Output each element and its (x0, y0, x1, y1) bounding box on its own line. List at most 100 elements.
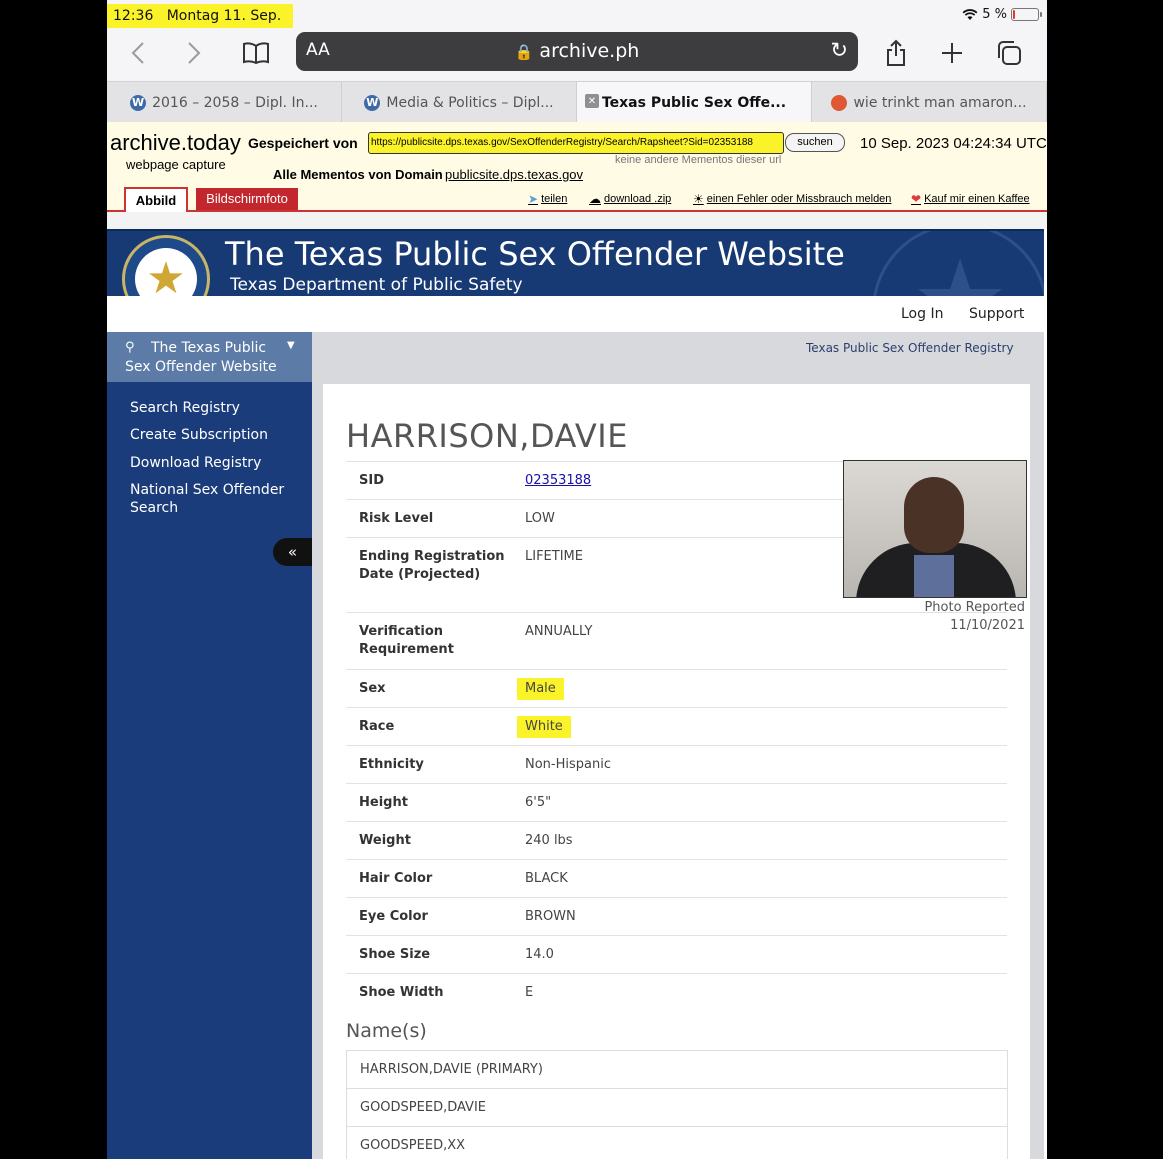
bookmarks-icon[interactable] (240, 30, 272, 76)
share-link-label: teilen (541, 193, 568, 205)
address-bar[interactable]: AA 🔒 archive.ph ↻ (296, 32, 858, 71)
detail-label: Ethnicity (359, 757, 424, 772)
detail-label: Sex (359, 681, 386, 696)
search-button[interactable]: suchen (785, 133, 845, 152)
detail-value: Male (517, 678, 564, 700)
collapse-sidebar-button[interactable]: « (273, 538, 312, 566)
sid-link[interactable]: 02353188 (525, 472, 591, 490)
detail-row-weight: Weight 240 lbs (346, 821, 1007, 859)
sidebar-item-search-registry[interactable]: Search Registry (130, 399, 300, 417)
wordpress-icon: W (130, 94, 147, 111)
detail-label: Risk Level (359, 511, 434, 526)
archived-page: ★ ★ The Texas Public Sex Offender Websit… (107, 229, 1047, 1159)
battery-icon (1011, 8, 1042, 21)
support-link[interactable]: Support (969, 306, 1024, 322)
tab-amaron[interactable]: wie trinkt man amaron... (812, 82, 1047, 123)
detail-value: BLACK (525, 871, 568, 886)
tab-screenshot[interactable]: Bildschirmfoto (196, 188, 298, 210)
browser-toolbar: AA 🔒 archive.ph ↻ (107, 30, 1047, 80)
tab-media-politics[interactable]: W Media & Politics – Dipl... (342, 82, 577, 123)
reload-icon[interactable]: ↻ (830, 38, 848, 62)
cloud-download-icon: ☁ (589, 192, 601, 206)
heart-icon: ❤ (911, 192, 922, 206)
share-link[interactable]: ➤ teilen (528, 192, 567, 206)
detail-value: BROWN (525, 909, 576, 924)
tab-2016-2058[interactable]: W 2016 – 2058 – Dipl. In... (107, 82, 342, 123)
site-subtitle: Texas Department of Public Safety (230, 275, 523, 295)
back-icon[interactable] (127, 30, 149, 76)
photo-caption-date: 11/10/2021 (950, 618, 1025, 633)
sidebar-item-create-subscription[interactable]: Create Subscription (130, 426, 300, 444)
detail-row-hair-color: Hair Color BLACK (346, 859, 1007, 897)
detail-row-shoe-width: Shoe Width E (346, 973, 1007, 1011)
site-title: The Texas Public Sex Offender Website (225, 235, 845, 273)
caret-down-icon: ▼ (287, 340, 295, 351)
domain-link[interactable]: publicsite.dps.texas.gov (445, 167, 583, 182)
status-time: 12:36 (113, 8, 154, 24)
detail-label: Shoe Size (359, 947, 431, 962)
detail-value: White (517, 716, 571, 738)
download-link-label: download .zip (604, 193, 672, 205)
close-icon[interactable]: ✕ (585, 94, 599, 108)
download-link[interactable]: ☁ download .zip (589, 192, 671, 206)
detail-value: 14.0 (525, 947, 554, 962)
coffee-link[interactable]: ❤ Kauf mir einen Kaffee (911, 192, 1030, 206)
list-item: GOODSPEED,XX (347, 1126, 1007, 1159)
names-title: Name(s) (346, 1020, 427, 1042)
all-mementos-label: Alle Mementos von Domain (273, 167, 443, 182)
detail-label: Ending Registration Date (Projected) (359, 549, 505, 582)
photo-caption: Photo Reported 11/10/2021 (883, 599, 1025, 635)
sidebar: ⚲ The Texas Public Sex Offender Website … (107, 332, 312, 1159)
sidebar-title-1: The Texas Public (151, 340, 267, 356)
detail-label: Eye Color (359, 909, 428, 924)
tab-label: Media & Politics – Dipl... (386, 94, 554, 111)
detail-row-race: Race White (346, 707, 1007, 745)
browser-tab-bar: W 2016 – 2058 – Dipl. In... W Media & Po… (107, 81, 1047, 123)
new-tab-icon[interactable] (939, 30, 965, 76)
tab-abbild[interactable]: Abbild (124, 187, 188, 212)
sidebar-header[interactable]: ⚲ The Texas Public Sex Offender Website … (107, 332, 312, 382)
detail-label: Race (359, 719, 395, 734)
report-link[interactable]: ☀ einen Fehler oder Missbrauch melden (693, 192, 891, 206)
archive-logo[interactable]: archive.today (110, 130, 241, 156)
detail-row-eye-color: Eye Color BROWN (346, 897, 1007, 935)
sidebar-title-2: Sex Offender Website (125, 359, 277, 375)
tab-label: wie trinkt man amaron... (853, 94, 1027, 111)
list-item: HARRISON,DAVIE (PRIMARY) (360, 1062, 543, 1077)
detail-row-height: Height 6'5" (346, 783, 1007, 821)
tab-label: Texas Public Sex Offe... (601, 94, 787, 111)
wordpress-icon: W (364, 94, 381, 111)
status-bar: 12:36 Montag 11. Sep. 5 % (107, 0, 1047, 30)
top-links: Log In Support (107, 296, 1044, 332)
share-icon[interactable] (883, 30, 909, 76)
site-banner: ★ ★ The Texas Public Sex Offender Websit… (107, 229, 1044, 298)
status-indicators: 5 % (962, 7, 1042, 22)
saved-date: 10 Sep. 2023 04:24:34 UTC (860, 135, 1047, 152)
tabs-icon[interactable] (995, 30, 1023, 76)
detail-value: LOW (525, 511, 555, 526)
detail-row-sex: Sex Male (346, 669, 1007, 707)
status-time-date: 12:36 Montag 11. Sep. (107, 4, 294, 28)
sidebar-item-national-search[interactable]: National Sex Offender Search (130, 481, 290, 517)
login-link[interactable]: Log In (901, 306, 943, 322)
ipad-screen: 12:36 Montag 11. Sep. 5 % AA 🔒 archive.p… (107, 0, 1047, 1159)
detail-label: Weight (359, 833, 411, 848)
offender-card: HARRISON,DAVIE SID 02353188 Risk Level L… (323, 384, 1030, 1159)
forward-icon[interactable] (183, 30, 205, 76)
detail-value: LIFETIME (525, 549, 583, 564)
dps-seal-logo[interactable]: ★ (122, 235, 210, 298)
detail-label: Shoe Width (359, 985, 444, 1000)
bulb-icon: ☀ (693, 192, 704, 206)
breadcrumb[interactable]: Texas Public Sex Offender Registry (806, 341, 1014, 355)
sidebar-item-download-registry[interactable]: Download Registry (130, 454, 300, 472)
list-item: GOODSPEED,DAVIE (347, 1088, 1007, 1126)
no-other-mementos: keine andere Mementos dieser url (615, 154, 782, 166)
detail-label: Hair Color (359, 871, 433, 886)
tab-texas-public-sex-offender[interactable]: ✕ Texas Public Sex Offe... (577, 82, 812, 123)
archive-header: archive.today webpage capture Gespeicher… (107, 122, 1047, 212)
detail-label: SID (359, 473, 384, 488)
lock-icon: 🔒 (514, 43, 534, 61)
wifi-icon (962, 8, 978, 20)
archived-url-input[interactable]: https://publicsite.dps.texas.gov/SexOffe… (368, 132, 784, 154)
detail-row-ethnicity: Ethnicity Non-Hispanic (346, 745, 1007, 783)
